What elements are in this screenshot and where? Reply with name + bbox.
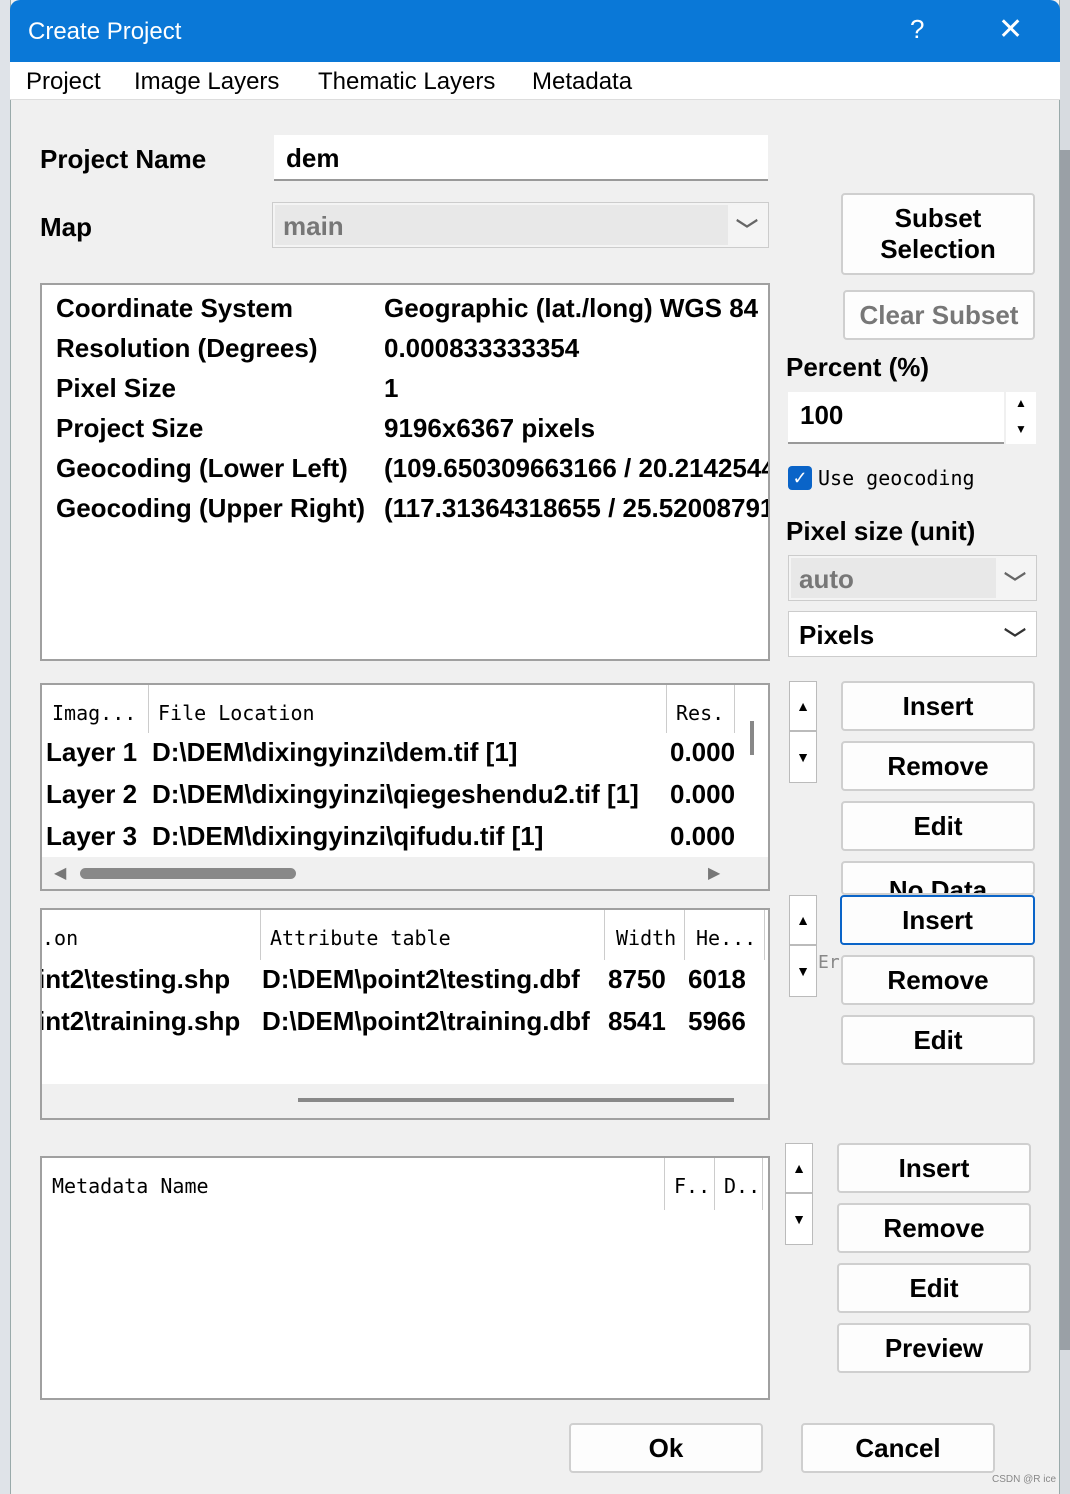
- project-name-input[interactable]: dem: [274, 135, 768, 181]
- horizontal-scrollbar[interactable]: [42, 1084, 768, 1118]
- project-name-label: Project Name: [40, 144, 207, 174]
- info-key: Geocoding (Upper Right): [56, 493, 366, 523]
- thematic-remove-button[interactable]: Remove: [841, 955, 1035, 1005]
- map-label: Map: [40, 212, 92, 242]
- title-bar: Create Project ? ✕: [10, 0, 1060, 62]
- image-layer-up-button[interactable]: ▲: [789, 681, 817, 731]
- info-value: Geographic (lat./long) WGS 84: [384, 293, 759, 323]
- use-geocoding-checkbox[interactable]: ✓: [788, 466, 812, 490]
- info-key: Geocoding (Lower Left): [56, 453, 348, 483]
- info-key: Pixel Size: [56, 373, 176, 403]
- column-header[interactable]: Res.: [676, 701, 724, 725]
- side-hint-text: Er: [818, 952, 840, 973]
- horizontal-scrollbar[interactable]: ◀ ▶: [42, 857, 768, 889]
- subset-selection-button[interactable]: Subset Selection: [841, 193, 1035, 275]
- menu-bar: Project Image Layers Thematic Layers Met…: [10, 62, 1060, 100]
- column-header[interactable]: Metadata Name: [52, 1174, 209, 1198]
- metadata-table: Metadata Name F.. D..: [40, 1156, 770, 1400]
- metadata-edit-button[interactable]: Edit: [837, 1263, 1031, 1313]
- thematic-layer-down-button[interactable]: ▼: [789, 945, 817, 997]
- menu-metadata[interactable]: Metadata: [532, 68, 632, 96]
- scroll-right-icon[interactable]: ▶: [708, 863, 720, 883]
- info-value: (109.650309663166 / 20.2142544: [384, 453, 770, 483]
- window-title: Create Project: [28, 18, 182, 45]
- column-header[interactable]: Imag...: [52, 701, 136, 725]
- close-icon[interactable]: ✕: [998, 12, 1023, 47]
- arrow-down-icon: ▼: [796, 963, 810, 979]
- percent-input[interactable]: 100: [788, 392, 1004, 444]
- info-value: (117.31364318655 / 25.52008791: [384, 493, 770, 523]
- chevron-down-icon: ﹀: [735, 218, 758, 243]
- image-remove-button[interactable]: Remove: [841, 741, 1035, 791]
- thematic-layer-up-button[interactable]: ▲: [789, 895, 817, 945]
- image-layers-table: Imag... File Location Res. Layer 1 D:\DE…: [40, 683, 770, 891]
- thematic-edit-button[interactable]: Edit: [841, 1015, 1035, 1065]
- column-header[interactable]: File Location: [158, 701, 315, 725]
- watermark-text: CSDN @R ice: [992, 1474, 1057, 1485]
- percent-label: Percent (%): [786, 352, 930, 382]
- ok-button[interactable]: Ok: [569, 1423, 763, 1473]
- info-key: Coordinate System: [56, 293, 293, 323]
- scroll-thumb[interactable]: [80, 868, 296, 879]
- scroll-thumb[interactable]: [298, 1098, 734, 1102]
- metadata-preview-button[interactable]: Preview: [837, 1323, 1031, 1373]
- scroll-left-icon[interactable]: ◀: [54, 863, 66, 883]
- info-key: Resolution (Degrees): [56, 333, 318, 363]
- arrow-up-icon: ▲: [796, 912, 810, 928]
- unit-select[interactable]: Pixels ﹀: [788, 611, 1037, 657]
- thematic-insert-button[interactable]: Insert: [840, 895, 1035, 945]
- image-nodata-button[interactable]: No Data: [841, 861, 1035, 895]
- menu-thematic-layers[interactable]: Thematic Layers: [318, 68, 495, 96]
- image-layer-down-button[interactable]: ▼: [789, 731, 817, 783]
- arrow-down-icon: ▼: [796, 749, 810, 765]
- map-select[interactable]: main ﹀: [272, 202, 769, 248]
- metadata-insert-button[interactable]: Insert: [837, 1143, 1031, 1193]
- pixel-size-label: Pixel size (unit): [786, 516, 976, 546]
- image-edit-button[interactable]: Edit: [841, 801, 1035, 851]
- help-icon[interactable]: ?: [910, 14, 924, 45]
- metadata-up-button[interactable]: ▲: [785, 1143, 813, 1193]
- use-geocoding-label: Use geocoding: [818, 466, 975, 490]
- percent-spinner[interactable]: ▲ ▼: [1006, 392, 1036, 444]
- column-header[interactable]: Attribute table: [270, 926, 451, 950]
- column-header[interactable]: F..: [674, 1174, 710, 1198]
- column-header[interactable]: Width: [616, 926, 676, 950]
- spin-up-icon[interactable]: ▲: [1015, 396, 1027, 410]
- column-header[interactable]: He...: [696, 926, 756, 950]
- clear-subset-button[interactable]: Clear Subset: [843, 290, 1035, 340]
- menu-image-layers[interactable]: Image Layers: [134, 68, 279, 96]
- metadata-remove-button[interactable]: Remove: [837, 1203, 1031, 1253]
- chevron-down-icon: ﹀: [1003, 571, 1026, 596]
- vertical-scrollbar[interactable]: [736, 685, 768, 857]
- pixel-size-select[interactable]: auto ﹀: [788, 555, 1037, 601]
- image-insert-button[interactable]: Insert: [841, 681, 1035, 731]
- chevron-down-icon: ﹀: [1003, 627, 1026, 652]
- info-value: 9196x6367 pixels: [384, 413, 596, 443]
- info-value: 1: [384, 373, 399, 403]
- info-key: Project Size: [56, 413, 204, 443]
- column-header[interactable]: D..: [724, 1174, 760, 1198]
- thematic-layers-table: .on Attribute table Width He... int2\tes…: [40, 908, 770, 1120]
- project-info-panel: Coordinate System Geographic (lat./long)…: [40, 283, 770, 661]
- menu-project[interactable]: Project: [26, 68, 101, 96]
- arrow-up-icon: ▲: [792, 1160, 806, 1176]
- info-value: 0.000833333354: [384, 333, 580, 363]
- spin-down-icon[interactable]: ▼: [1015, 422, 1027, 436]
- metadata-down-button[interactable]: ▼: [785, 1193, 813, 1245]
- arrow-down-icon: ▼: [792, 1211, 806, 1227]
- arrow-up-icon: ▲: [796, 698, 810, 714]
- cancel-button[interactable]: Cancel: [801, 1423, 995, 1473]
- column-header[interactable]: .on: [42, 926, 78, 950]
